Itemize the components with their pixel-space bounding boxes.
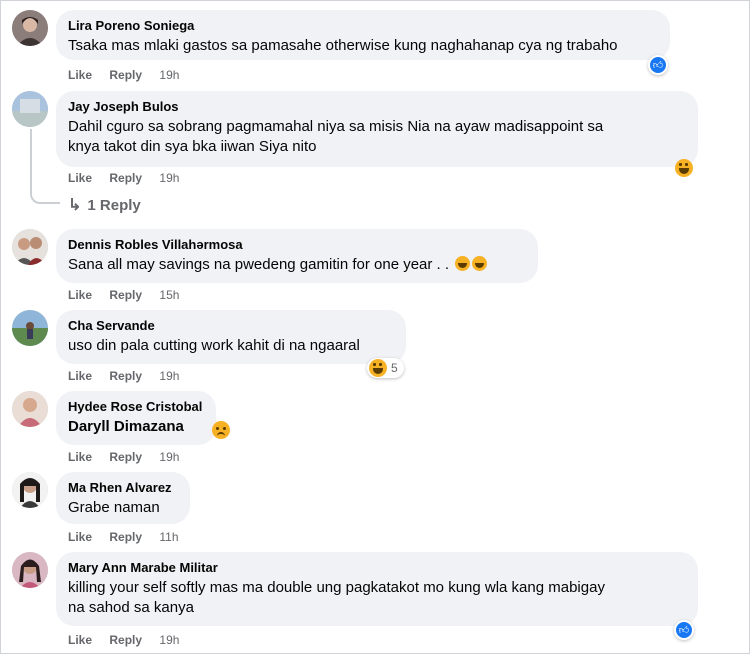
comment-timestamp[interactable]: 19h bbox=[159, 450, 179, 464]
comment-author[interactable]: Jay Joseph Bulos bbox=[68, 99, 686, 115]
comment-timestamp[interactable]: 15h bbox=[159, 288, 179, 302]
like-button[interactable]: Like bbox=[68, 369, 92, 383]
comment-actions: Like Reply 19h bbox=[68, 449, 193, 465]
comment-text-line: na sahod sa kanya bbox=[68, 599, 194, 616]
view-replies-button[interactable]: ↳ 1 Reply bbox=[68, 196, 141, 216]
reaction-badge[interactable] bbox=[673, 158, 695, 178]
reply-button[interactable]: Reply bbox=[109, 633, 142, 647]
rofl-emoji-icon bbox=[455, 256, 471, 271]
comment-bubble: Mary Ann Marabe Militar killing your sel… bbox=[56, 552, 698, 626]
avatar[interactable] bbox=[12, 472, 48, 508]
comment-actions: Like Reply 19h bbox=[68, 170, 193, 186]
comment-text: uso din pala cutting work kahit di na ng… bbox=[68, 337, 360, 354]
reaction-badge[interactable]: 👍︎ bbox=[648, 55, 668, 75]
comment-actions: Like Reply 19h bbox=[68, 632, 193, 648]
haha-icon bbox=[675, 159, 693, 177]
avatar[interactable] bbox=[12, 229, 48, 265]
avatar[interactable] bbox=[12, 310, 48, 346]
comment-bubble: Cha Servande uso din pala cutting work k… bbox=[56, 310, 406, 364]
reaction-badge[interactable]: 👍︎ bbox=[674, 620, 694, 640]
rofl-emoji-icon bbox=[472, 256, 488, 271]
like-icon: 👍︎ bbox=[676, 622, 692, 638]
reply-button[interactable]: Reply bbox=[109, 68, 142, 82]
comment-author[interactable]: Hydee Rose Cristobal bbox=[68, 399, 204, 415]
comment-text-line: knya takot din sya bka iiwan Siya nito bbox=[68, 138, 317, 155]
comment-actions: Like Reply 15h bbox=[68, 287, 193, 303]
avatar[interactable] bbox=[12, 91, 48, 127]
reaction-badge[interactable] bbox=[210, 420, 232, 440]
comment-timestamp[interactable]: 19h bbox=[159, 171, 179, 185]
avatar[interactable] bbox=[12, 552, 48, 588]
reply-arrow-icon: ↳ bbox=[68, 197, 82, 214]
comment-actions: Like Reply 11h bbox=[68, 529, 193, 545]
like-button[interactable]: Like bbox=[68, 288, 92, 302]
reply-button[interactable]: Reply bbox=[109, 171, 142, 185]
comment-bubble: Lira Poreno Soniega Tsaka mas mlaki gast… bbox=[56, 10, 670, 60]
comment-text: Sana all may savings na pwedeng gamitin … bbox=[68, 255, 526, 275]
like-button[interactable]: Like bbox=[68, 450, 92, 464]
comment-actions: Like Reply 19h bbox=[68, 368, 193, 384]
comment-timestamp[interactable]: 19h bbox=[159, 68, 179, 82]
reply-button[interactable]: Reply bbox=[109, 530, 142, 544]
like-button[interactable]: Like bbox=[68, 530, 92, 544]
reaction-count: 5 bbox=[391, 361, 398, 375]
reply-button[interactable]: Reply bbox=[109, 288, 142, 302]
like-button[interactable]: Like bbox=[68, 633, 92, 647]
comment-timestamp[interactable]: 19h bbox=[159, 633, 179, 647]
comment-author[interactable]: Mary Ann Marabe Militar bbox=[68, 560, 686, 576]
comment-timestamp[interactable]: 19h bbox=[159, 369, 179, 383]
comment-text-line: Dahil cguro sa sobrang pagmamahal niya s… bbox=[68, 118, 604, 135]
comment-bubble: Jay Joseph Bulos Dahil cguro sa sobrang … bbox=[56, 91, 698, 167]
comment-author[interactable]: Cha Servande bbox=[68, 318, 394, 334]
comment-text-content: Sana all may savings na pwedeng gamitin … bbox=[68, 256, 450, 273]
comment-text-line: killing your self softly mas ma double u… bbox=[68, 579, 605, 596]
comment-author[interactable]: Ma Rhen Alvarez bbox=[68, 480, 178, 496]
replies-count: 1 Reply bbox=[87, 197, 141, 214]
reply-button[interactable]: Reply bbox=[109, 369, 142, 383]
comment-bubble: Dennis Robles Villahərmosa Sana all may … bbox=[56, 229, 538, 283]
comment-author[interactable]: Dennis Robles Villahərmosa bbox=[68, 237, 526, 253]
reaction-badge[interactable]: 5 bbox=[367, 358, 404, 378]
comment-bubble: Ma Rhen Alvarez Grabe naman bbox=[56, 472, 190, 524]
comment-text: Grabe naman bbox=[68, 499, 160, 516]
comment-bubble: Hydee Rose Cristobal Daryll Dimazana bbox=[56, 391, 216, 445]
avatar[interactable] bbox=[12, 391, 48, 427]
thread-connector bbox=[30, 188, 60, 204]
comment-author[interactable]: Lira Poreno Soniega bbox=[68, 18, 658, 34]
thread-line bbox=[30, 129, 32, 189]
comment-timestamp[interactable]: 11h bbox=[159, 530, 178, 544]
reply-button[interactable]: Reply bbox=[109, 450, 142, 464]
like-button[interactable]: Like bbox=[68, 171, 92, 185]
comment-text: Tsaka mas mlaki gastos sa pamasahe other… bbox=[68, 37, 618, 54]
like-icon: 👍︎ bbox=[650, 57, 666, 73]
mentioned-user-link[interactable]: Daryll Dimazana bbox=[68, 417, 204, 437]
haha-icon bbox=[369, 359, 387, 377]
sad-icon bbox=[212, 421, 230, 439]
like-button[interactable]: Like bbox=[68, 68, 92, 82]
avatar[interactable] bbox=[12, 10, 48, 46]
comment-actions: Like Reply 19h bbox=[68, 67, 193, 83]
